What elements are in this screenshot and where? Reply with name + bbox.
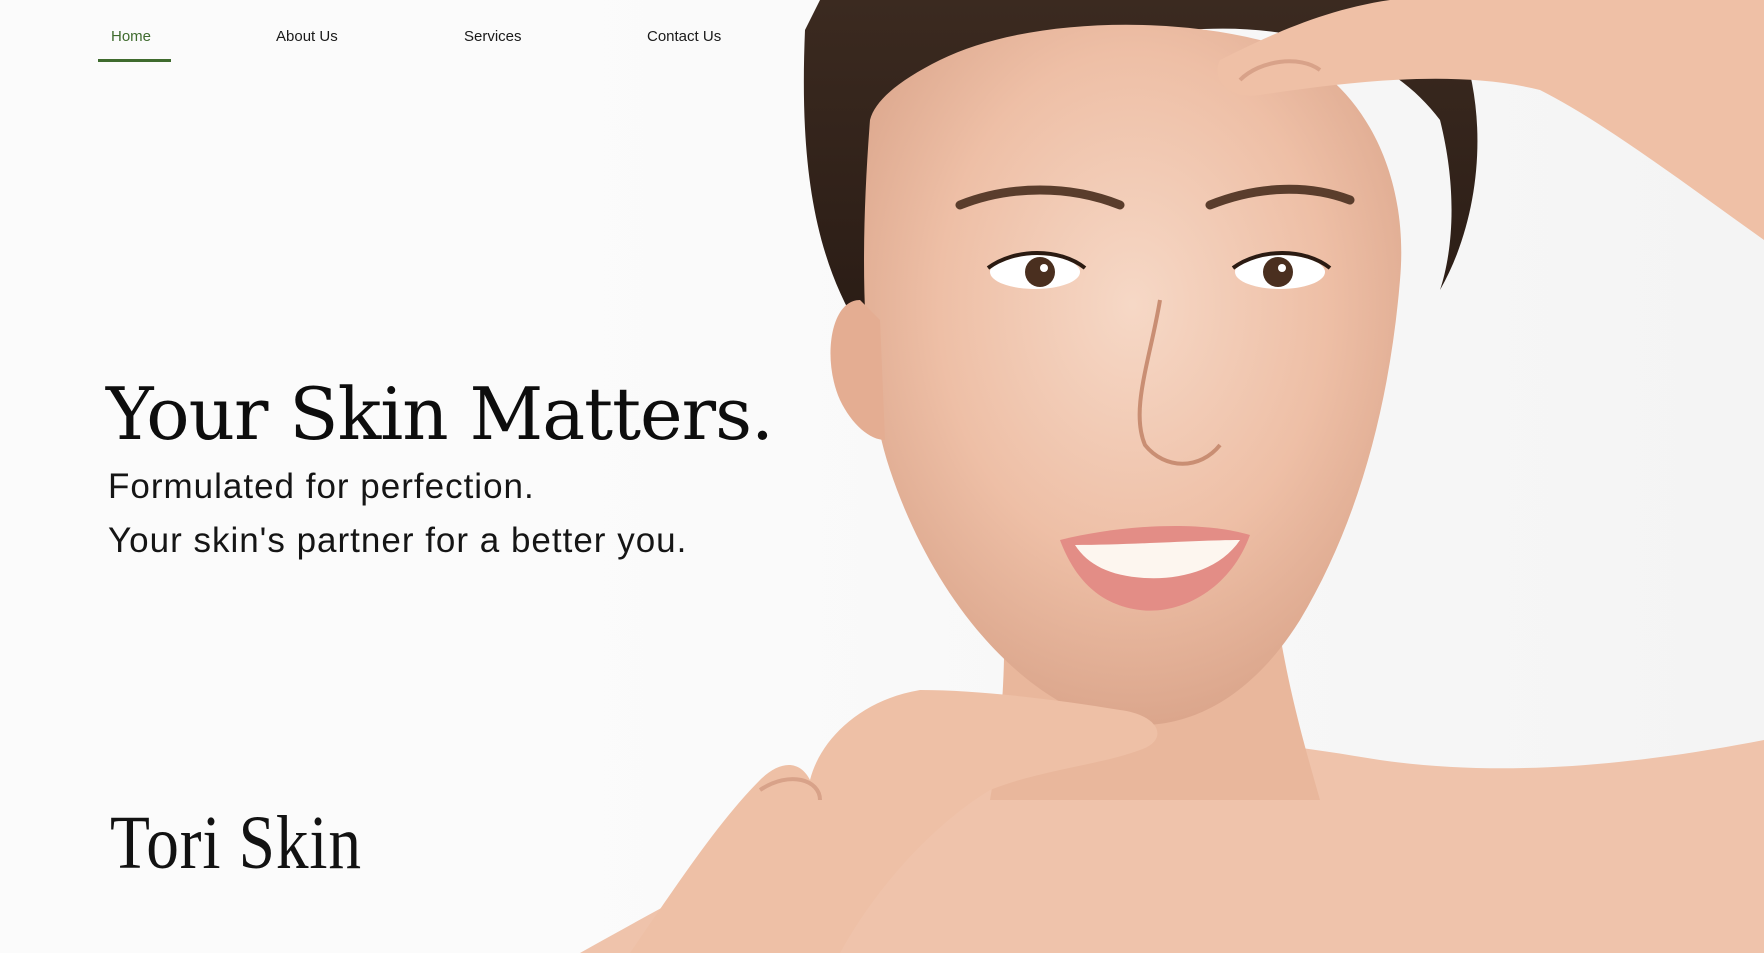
nav-item-home[interactable]: Home <box>111 28 151 45</box>
nav-item-services[interactable]: Services <box>464 28 522 45</box>
landing-page: Home About Us Services Contact Us Your S… <box>0 0 1764 953</box>
brand-wordmark: Tori Skin <box>110 801 362 885</box>
nav-item-contact-us[interactable]: Contact Us <box>647 28 721 45</box>
active-nav-indicator <box>98 59 171 62</box>
nav-item-about-us[interactable]: About Us <box>276 28 338 45</box>
main-nav: Home About Us Services Contact Us <box>0 0 800 70</box>
hero-headline: Your Skin Matters. <box>106 372 774 456</box>
hero-photo-illustration <box>560 0 1764 953</box>
hero-subline-2: Your skin's partner for a better you. <box>108 521 688 560</box>
hero-subline-1: Formulated for perfection. <box>108 467 535 506</box>
hero-model-photo <box>560 0 1764 953</box>
